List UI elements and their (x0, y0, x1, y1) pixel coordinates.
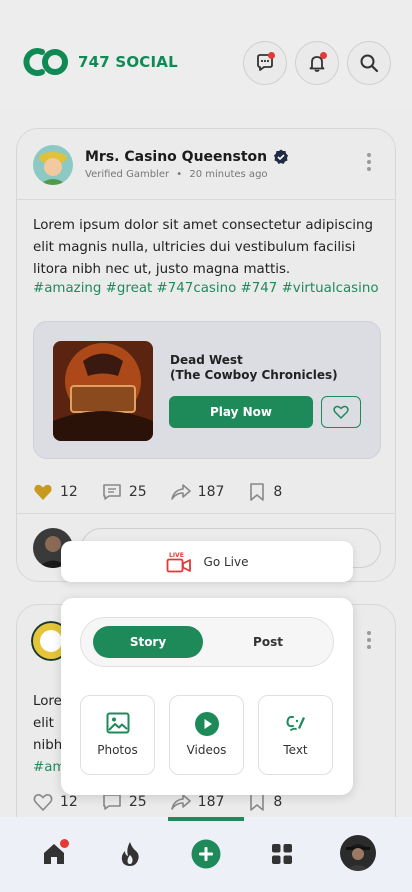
divider (17, 199, 395, 200)
post-card: Mrs. Casino Queenston Verified Gambler •… (16, 128, 396, 582)
game-art-image (53, 341, 153, 441)
post-menu-icon[interactable] (367, 631, 373, 652)
messages-button[interactable] (243, 41, 287, 85)
search-icon (360, 54, 379, 73)
nav-menu[interactable] (267, 839, 297, 869)
post-actions: 12 25 187 8 (33, 792, 306, 812)
create-type-toggle: Story Post (80, 617, 334, 667)
like-action[interactable]: 12 (33, 792, 78, 812)
divider (17, 513, 395, 514)
create-menu: Story Post Photos Videos Text (61, 598, 353, 795)
tab-story[interactable]: Story (93, 626, 203, 658)
comment-icon (103, 484, 121, 500)
comment-action[interactable]: 25 (102, 482, 147, 502)
like-count: 12 (60, 484, 78, 500)
photos-option[interactable]: Photos (80, 695, 155, 775)
author-avatar[interactable] (33, 145, 73, 185)
plus-circle-icon (191, 839, 221, 869)
notification-dot (60, 839, 69, 848)
share-action[interactable]: 187 (170, 792, 225, 812)
game-thumbnail[interactable] (53, 341, 153, 441)
go-live-button[interactable]: LIVE Go Live (61, 541, 353, 582)
bookmark-icon (250, 483, 265, 501)
save-action[interactable]: 8 (248, 482, 282, 502)
nav-home[interactable] (39, 839, 69, 869)
author-name[interactable]: Mrs. Casino Queenston (85, 149, 289, 165)
go-live-label: Go Live (203, 554, 249, 569)
save-count: 8 (273, 484, 283, 500)
comment-icon (103, 794, 121, 810)
play-now-button[interactable]: Play Now (169, 396, 313, 428)
share-count: 187 (197, 794, 225, 810)
notification-dot (320, 52, 327, 59)
app-header: 747 SOCIAL (0, 0, 412, 108)
post-menu-icon[interactable] (367, 153, 373, 174)
comment-count: 25 (128, 794, 147, 810)
videos-option[interactable]: Videos (169, 695, 244, 775)
nav-create-button[interactable] (191, 839, 221, 869)
comment-count: 25 (128, 484, 147, 500)
nav-active-indicator (168, 817, 244, 821)
bookmark-icon (250, 793, 265, 811)
live-video-icon: LIVE (166, 552, 191, 572)
author-badge: Verified Gambler (85, 169, 170, 180)
notification-dot (268, 52, 275, 59)
verified-icon (274, 149, 289, 164)
post-actions: 12 25 187 8 (33, 482, 306, 502)
post-text: Lorem ipsum dolor sit amet consectetur a… (33, 218, 374, 277)
nav-profile[interactable] (340, 835, 376, 871)
logo-icon (23, 48, 68, 76)
text-option[interactable]: Text (258, 695, 333, 775)
flame-icon (121, 842, 139, 866)
notifications-button[interactable] (295, 41, 339, 85)
heart-icon (333, 405, 349, 419)
author-meta: Verified Gambler • 20 minutes ago (85, 169, 268, 180)
avatar-image (33, 145, 73, 185)
text-pen-icon (285, 715, 305, 731)
post-hashtags[interactable]: #amazing #great #747casino #747 #virtual… (33, 281, 379, 296)
nav-trending[interactable] (115, 839, 145, 869)
heart-icon (33, 794, 53, 812)
separator-dot: • (176, 169, 183, 180)
grid-icon (272, 844, 292, 864)
favorite-button[interactable] (321, 396, 361, 428)
heart-filled-icon (34, 484, 52, 500)
post-time: 20 minutes ago (189, 169, 268, 180)
play-circle-icon (194, 712, 219, 736)
brand-logo[interactable]: 747 SOCIAL (20, 46, 178, 78)
game-title: Dead West (The Cowboy Chronicles) (170, 353, 338, 382)
search-button[interactable] (347, 41, 391, 85)
image-icon (106, 712, 129, 734)
save-count: 8 (273, 794, 283, 810)
svg-text:LIVE: LIVE (169, 552, 184, 559)
share-count: 187 (197, 484, 225, 500)
share-action[interactable]: 187 (170, 482, 225, 502)
tab-post[interactable]: Post (213, 626, 323, 658)
avatar (340, 835, 376, 871)
comment-action[interactable]: 25 (102, 792, 147, 812)
bottom-nav (0, 817, 412, 892)
like-action[interactable]: 12 (33, 482, 78, 502)
share-icon (170, 484, 191, 500)
save-action[interactable]: 8 (248, 792, 282, 812)
brand-name: 747 SOCIAL (78, 53, 178, 71)
share-icon (170, 794, 191, 810)
game-card: Dead West (The Cowboy Chronicles) Play N… (33, 321, 381, 459)
like-count: 12 (60, 794, 78, 810)
